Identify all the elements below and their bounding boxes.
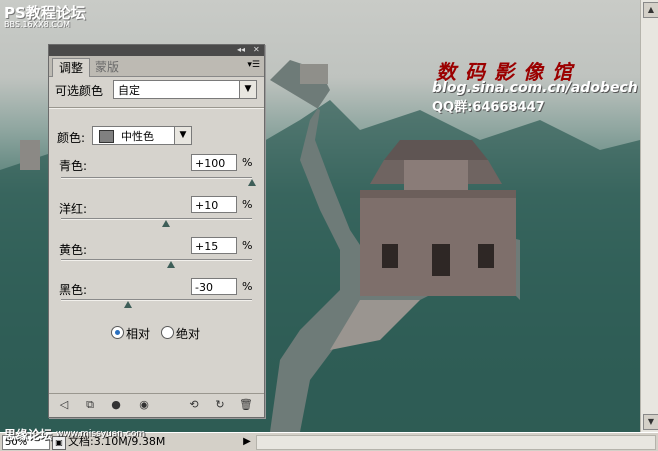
absolute-radio[interactable] — [161, 326, 174, 339]
chevron-down-icon[interactable]: ▼ — [174, 127, 191, 144]
horizontal-scrollbar[interactable] — [256, 435, 656, 450]
close-icon[interactable]: ✕ — [253, 44, 260, 56]
panel-tabs: 调整 蒙版 ▾☰ — [49, 56, 264, 77]
panel-titlebar[interactable]: ◂◂ ✕ — [49, 45, 264, 56]
slider-thumb[interactable] — [248, 179, 256, 186]
slider-thumb[interactable] — [166, 261, 175, 268]
slider-thumb[interactable] — [123, 301, 132, 308]
preset-value: 自定 — [118, 84, 140, 97]
slider-value-input[interactable]: +10 — [191, 196, 237, 213]
collapse-icon[interactable]: ◂◂ — [237, 44, 245, 56]
eye-icon[interactable]: ◉ — [137, 398, 151, 412]
preset-label: 可选颜色 — [55, 84, 104, 98]
slider-value-input[interactable]: -30 — [191, 278, 237, 295]
watermark-top-sub: BBS.16XX8.COM — [4, 20, 71, 29]
status-menu-icon[interactable]: ▶ — [240, 435, 254, 448]
percent-label: % — [242, 198, 253, 211]
slider-label: 黄色: — [59, 243, 88, 257]
percent-label: % — [242, 280, 253, 293]
visibility-mask-icon[interactable]: ● — [109, 398, 123, 412]
panel-footer: ◁ ⧉ ● ◉ ⟲ ↻ 🗑 — [49, 393, 264, 416]
relative-radio[interactable] — [111, 326, 124, 339]
preset-dropdown[interactable]: 自定 ▼ — [113, 80, 257, 99]
back-icon[interactable]: ◁ — [57, 398, 71, 412]
color-swatch — [99, 130, 114, 143]
slider-track[interactable] — [61, 299, 252, 301]
slider-value-input[interactable]: +100 — [191, 154, 237, 171]
panel-menu-icon[interactable]: ▾☰ — [247, 60, 260, 70]
color-dropdown[interactable]: 中性色 ▼ — [92, 126, 192, 145]
absolute-label[interactable]: 绝对 — [176, 325, 200, 342]
slider-value-input[interactable]: +15 — [191, 237, 237, 254]
percent-label: % — [242, 156, 253, 169]
watermark-blog: blog.sina.com.cn/adobech — [432, 80, 638, 96]
color-label: 颜色: — [57, 131, 86, 145]
slider-label: 黑色: — [59, 283, 88, 297]
watermark-bottom-url: www.missyuan.com — [56, 429, 146, 439]
scroll-down-icon[interactable]: ▼ — [643, 414, 658, 430]
adjustments-panel: ◂◂ ✕ 调整 蒙版 ▾☰ 可选颜色 自定 ▼ 颜色: 中性色 ▼ 青色: +1… — [48, 44, 265, 418]
chevron-down-icon[interactable]: ▼ — [239, 81, 256, 98]
slider-label: 青色: — [59, 159, 88, 173]
clip-icon[interactable]: ⧉ — [83, 398, 97, 412]
slider-thumb[interactable] — [162, 220, 171, 227]
slider-track[interactable] — [61, 259, 252, 261]
slider-track[interactable] — [61, 177, 252, 179]
scroll-up-icon[interactable]: ▲ — [643, 2, 658, 18]
previous-state-icon[interactable]: ⟲ — [187, 398, 201, 412]
tab-adjustments[interactable]: 调整 — [52, 58, 91, 77]
vertical-scrollbar[interactable]: ▲ ▼ — [640, 0, 658, 432]
relative-label[interactable]: 相对 — [126, 325, 150, 342]
color-value: 中性色 — [121, 130, 154, 143]
slider-track[interactable] — [61, 218, 252, 220]
tab-masks[interactable]: 蒙版 — [89, 58, 125, 76]
reset-icon[interactable]: ↻ — [213, 398, 227, 412]
trash-icon[interactable]: 🗑 — [239, 398, 253, 412]
panel-divider — [49, 107, 264, 109]
percent-label: % — [242, 239, 253, 252]
watermark-bottom: 思缘论坛 — [4, 428, 53, 442]
watermark-qq: QQ群:64668447 — [432, 100, 545, 115]
slider-label: 洋红: — [59, 202, 88, 216]
